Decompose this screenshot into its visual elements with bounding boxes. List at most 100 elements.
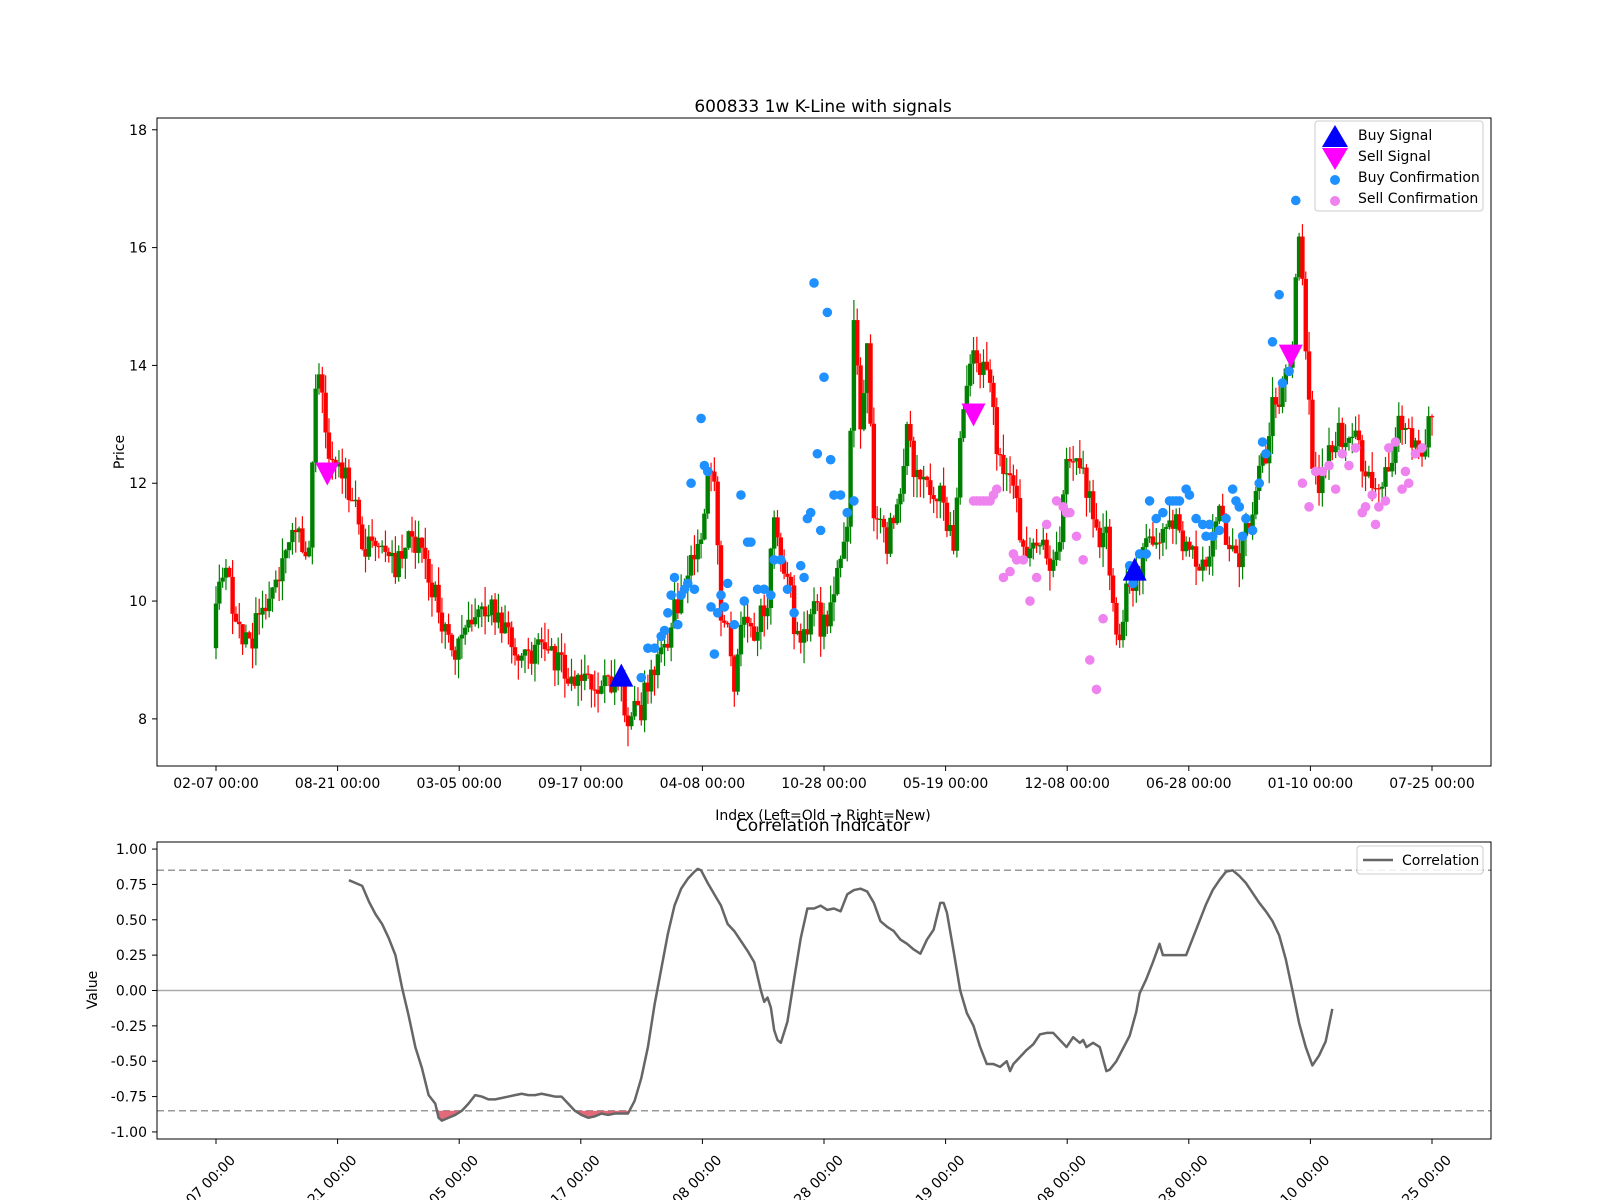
kline-legend: Buy Signal Sell Signal Buy Confirmation … xyxy=(1314,120,1484,212)
sell-confirmation-point xyxy=(1417,443,1427,453)
sell-confirmation-point xyxy=(1344,460,1354,471)
candle-body xyxy=(835,567,840,595)
candle-body xyxy=(1356,430,1362,441)
candle-body xyxy=(472,617,478,625)
candle-body xyxy=(1124,583,1129,622)
candle-body xyxy=(1011,475,1016,486)
legend-sell-signal-label: Sell Signal xyxy=(1358,149,1431,165)
buy-confirmation-point xyxy=(1241,513,1251,524)
candle-body xyxy=(1369,471,1375,489)
candle-body xyxy=(994,407,999,455)
buy-confirmation-point xyxy=(1290,195,1301,206)
candle-body xyxy=(702,513,707,540)
candle-body xyxy=(602,675,607,687)
candle-body xyxy=(313,388,318,463)
candle-body xyxy=(559,652,564,655)
buy-confirmation-point xyxy=(825,454,836,465)
buy-confirmation-point xyxy=(1284,366,1294,377)
buy-confirmation-point xyxy=(835,490,846,500)
candle-body xyxy=(326,432,332,459)
candle-body xyxy=(482,606,488,617)
candle-body xyxy=(1426,416,1431,448)
candle-body xyxy=(330,458,335,461)
candle-body xyxy=(765,608,770,617)
candle-body xyxy=(1360,440,1365,472)
candle-body xyxy=(1350,436,1355,438)
candle-body xyxy=(1114,602,1119,635)
kline-chart-title: 600833 1w K-Line with signals xyxy=(694,97,952,117)
sell-confirmation-point xyxy=(1403,478,1414,489)
buy-confirmation-point xyxy=(1158,507,1168,518)
candle-body xyxy=(785,573,790,577)
buy-confirmation-point xyxy=(1204,519,1215,530)
candle-body xyxy=(300,528,305,552)
candle-body xyxy=(369,536,375,541)
candle-body xyxy=(1253,491,1259,515)
candle-body xyxy=(1090,491,1096,520)
candle-body xyxy=(1107,526,1112,576)
candle-body xyxy=(1207,556,1212,567)
sell-confirmation-point xyxy=(1390,437,1401,447)
candle-body xyxy=(556,652,561,671)
sell-confirmation-point xyxy=(1091,684,1102,695)
buy-confirmation-point xyxy=(789,608,799,618)
candle-body xyxy=(888,517,893,554)
candle-body xyxy=(1293,277,1298,345)
correlation-y-tick-label: -1.00 xyxy=(111,1125,147,1141)
candle-body xyxy=(1343,442,1348,448)
candle-body xyxy=(841,541,847,559)
candle-body xyxy=(1077,458,1083,469)
candle-body xyxy=(230,576,235,614)
buy-confirmation-point xyxy=(782,584,793,595)
candle-body xyxy=(283,550,288,559)
candle-body xyxy=(526,649,531,651)
candle-body xyxy=(373,540,378,546)
candle-body xyxy=(383,545,388,552)
candle-body xyxy=(984,361,989,370)
kline-x-tick-label: 10-28 00:00 xyxy=(781,776,866,792)
candle-body xyxy=(280,558,285,582)
candle-body xyxy=(941,485,946,503)
candle-body xyxy=(512,647,518,656)
buy-confirmation-point xyxy=(842,507,853,518)
sell-confirmation-point xyxy=(1337,448,1348,459)
buy-confirmation-point xyxy=(719,602,730,612)
candle-body xyxy=(1346,437,1352,443)
candle-body xyxy=(1120,621,1126,641)
candle-body xyxy=(705,470,710,514)
buy-confirmation-point xyxy=(1247,525,1258,536)
buy-confirmation-point xyxy=(776,555,786,565)
buy-confirmation-point xyxy=(739,596,750,606)
candle-body xyxy=(509,627,514,648)
candle-body xyxy=(1273,397,1279,405)
candle-body xyxy=(356,499,362,525)
buy-confirmation-point xyxy=(805,507,816,518)
candle-body xyxy=(928,480,933,496)
buy-confirmation-point xyxy=(673,619,683,630)
buy-confirmation-point xyxy=(822,307,833,318)
candle-body xyxy=(931,495,936,500)
candle-body xyxy=(1051,560,1056,571)
candle-body xyxy=(1389,462,1395,472)
kline-x-tick-label: 12-08 00:00 xyxy=(1024,776,1109,792)
buy-confirmation-point xyxy=(649,643,660,653)
buy-confirmation-point xyxy=(709,649,720,659)
candle-body xyxy=(987,369,993,383)
candle-body xyxy=(486,615,491,617)
legend-sell-confirmation-label: Sell Confirmation xyxy=(1358,191,1478,207)
kline-x-tick-label: 05-19 00:00 xyxy=(903,776,988,792)
candle-body xyxy=(871,423,877,519)
candle-body xyxy=(266,598,272,612)
candle-body xyxy=(213,603,219,649)
candle-body xyxy=(894,504,900,524)
candle-body xyxy=(519,655,524,661)
candle-body xyxy=(1429,416,1435,418)
candle-body xyxy=(409,531,415,537)
candle-body xyxy=(346,467,352,501)
candle-body xyxy=(811,601,817,615)
candle-body xyxy=(745,616,750,623)
candle-body xyxy=(1037,545,1043,547)
candle-body xyxy=(958,438,963,498)
legend-buy-signal-label: Buy Signal xyxy=(1358,128,1432,144)
candle-body xyxy=(755,631,760,641)
